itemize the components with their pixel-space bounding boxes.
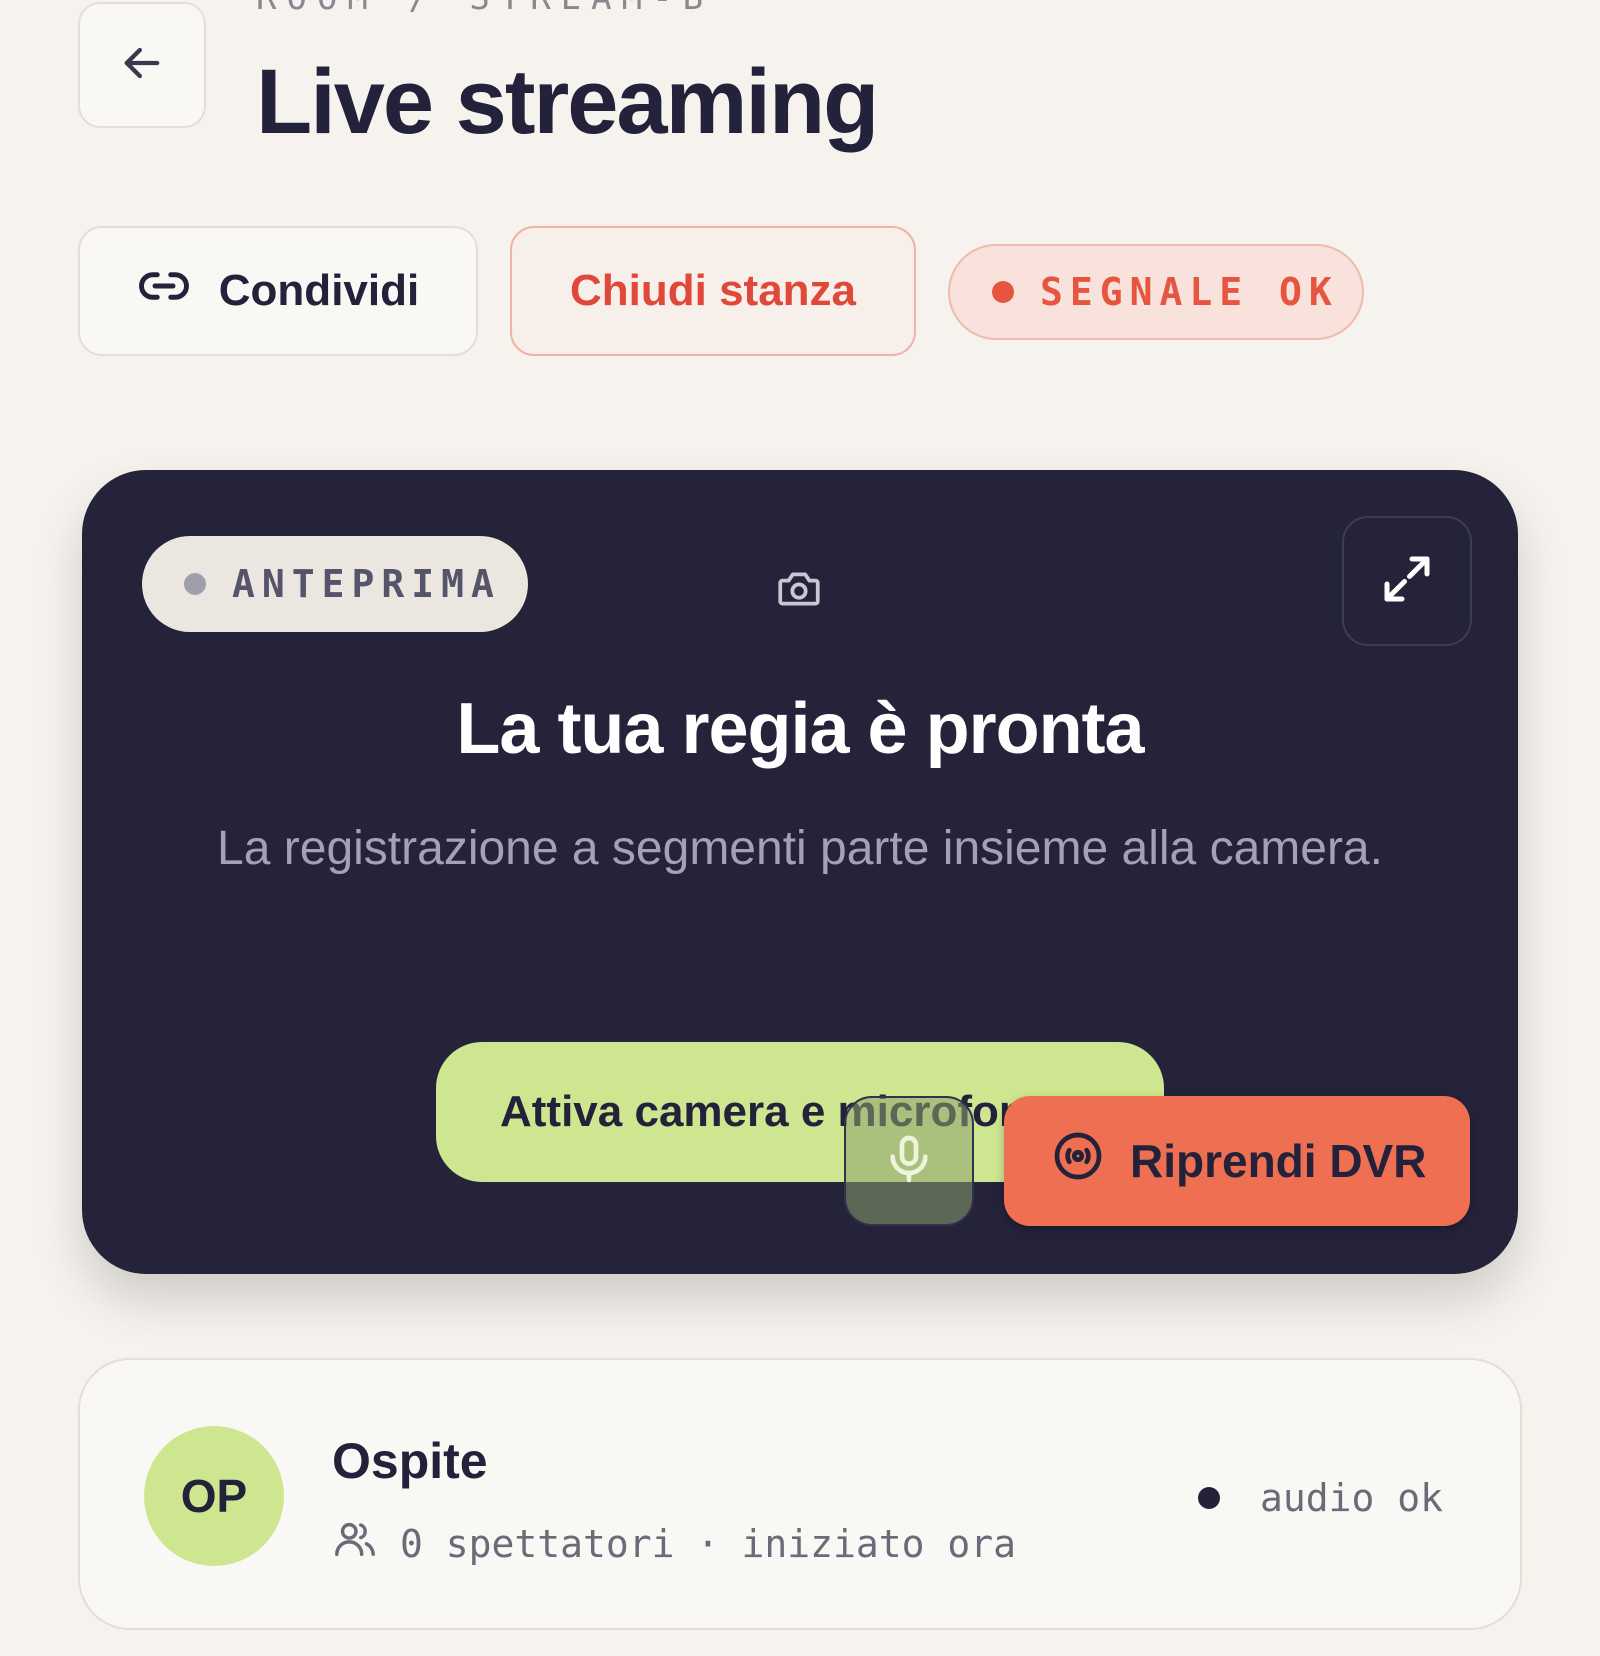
dvr-icon: [1050, 1128, 1106, 1195]
microphone-button[interactable]: [844, 1096, 974, 1226]
viewer-count: 0 spettatori: [400, 1521, 675, 1566]
resume-dvr-label: Riprendi DVR: [1130, 1135, 1427, 1187]
share-label: Condividi: [218, 266, 420, 315]
close-room-button[interactable]: Chiudi stanza: [510, 226, 916, 356]
page-title: Live streaming: [256, 51, 879, 153]
fullscreen-button[interactable]: [1342, 516, 1472, 646]
audio-status: audio ok: [1198, 1476, 1443, 1520]
users-icon: [332, 1516, 378, 1571]
stage-title: La tua regia è pronta: [456, 689, 1144, 769]
stage-subtitle: La registrazione a segmenti parte insiem…: [217, 822, 1383, 875]
participant-card: OP Ospite 0 spettatori · iniziato ora au…: [78, 1358, 1522, 1630]
started-time: iniziato ora: [741, 1521, 1016, 1566]
camera-icon: [774, 564, 824, 619]
signal-status-label: SEGNALE OK: [1040, 270, 1339, 314]
preview-badge: ANTEPRIMA: [142, 536, 528, 632]
expand-icon: [1377, 549, 1437, 614]
signal-status-badge: SEGNALE OK: [948, 244, 1364, 340]
avatar: OP: [144, 1426, 284, 1566]
back-arrow-icon: [116, 37, 168, 94]
close-room-label: Chiudi stanza: [569, 266, 857, 315]
signal-dot-icon: [992, 281, 1014, 303]
preview-badge-label: ANTEPRIMA: [232, 562, 501, 606]
microphone-icon: [881, 1131, 937, 1192]
preview-dot-icon: [184, 573, 206, 595]
breadcrumb: ROOM / STREAM-B: [256, 0, 713, 18]
link-icon: [137, 259, 191, 324]
resume-dvr-button[interactable]: Riprendi DVR: [1004, 1096, 1470, 1226]
stream-preview-panel: ANTEPRIMA La tua regia è pronta La regis…: [82, 470, 1518, 1274]
audio-status-label: audio ok: [1260, 1476, 1444, 1520]
participant-name: Ospite: [332, 1433, 488, 1489]
participant-meta: 0 spettatori · iniziato ora: [332, 1516, 1016, 1571]
share-button[interactable]: Condividi: [78, 226, 478, 356]
back-button[interactable]: [78, 2, 206, 128]
audio-dot-icon: [1198, 1487, 1220, 1509]
meta-separator: ·: [696, 1521, 720, 1566]
